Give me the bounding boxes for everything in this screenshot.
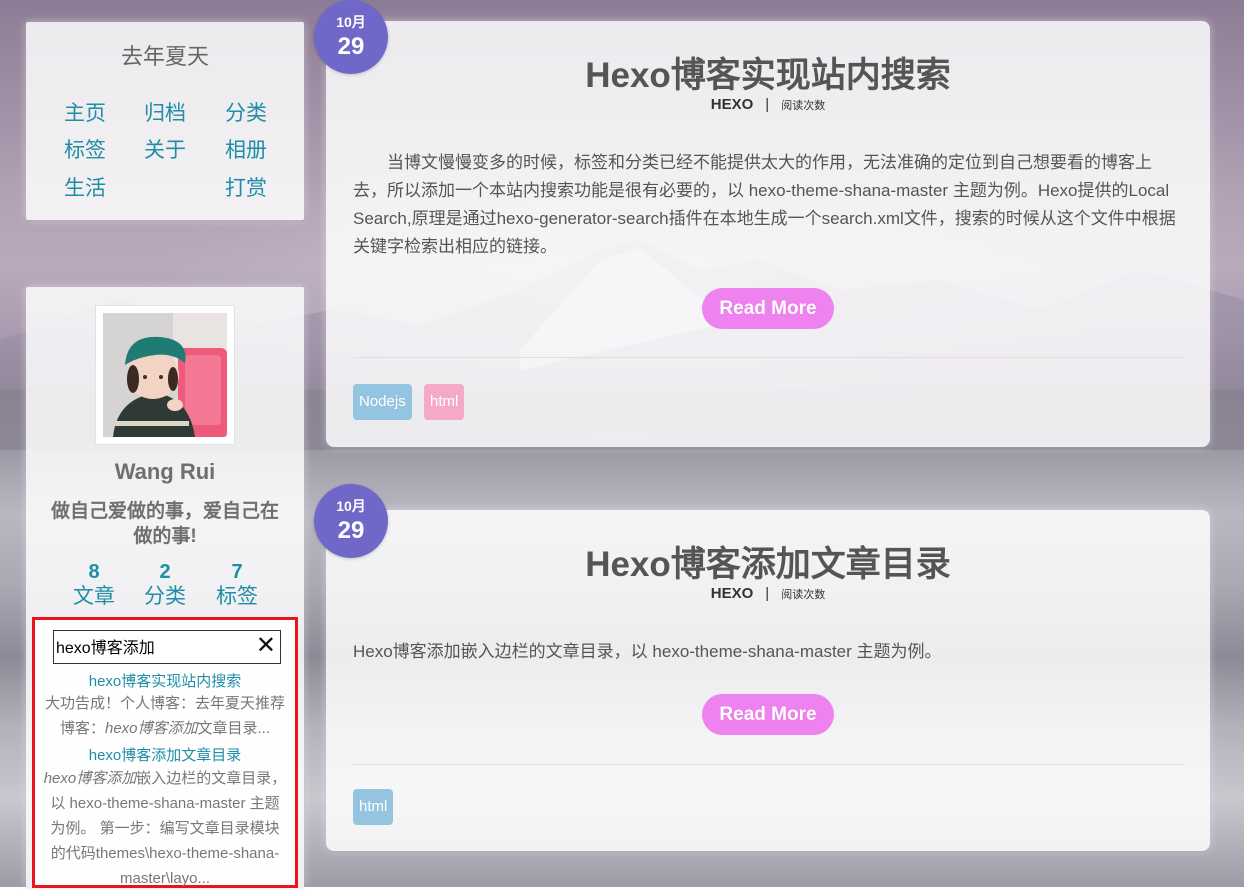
- post-card: Hexo博客添加文章目录 HEXO | 阅读次数 Hexo博客添加嵌入边栏的文章目录…: [326, 510, 1210, 851]
- stat-posts-label: 文章: [73, 585, 115, 608]
- search-result-title[interactable]: hexo博客实现站内搜索: [35, 670, 295, 691]
- date-month: 10月: [336, 14, 366, 30]
- nav-link-about[interactable]: 关于: [144, 134, 186, 164]
- post-date-badge: 10月 29: [314, 484, 388, 558]
- read-more-button[interactable]: Read More: [702, 694, 834, 735]
- author-motto: 做自己爱做的事，爱自己在做的事!: [50, 501, 279, 547]
- search-input-wrapper: ✕: [53, 630, 281, 664]
- local-search-panel: ✕ hexo博客实现站内搜索 大功告成！个人博客：去年夏天推荐博客：hexo博客…: [32, 617, 298, 888]
- post-title[interactable]: Hexo博客实现站内搜索: [326, 47, 1210, 98]
- avatar-frame: [95, 305, 235, 445]
- search-input[interactable]: [56, 635, 246, 657]
- stat-posts[interactable]: 8 文章: [64, 560, 124, 610]
- nav-link-album[interactable]: 相册: [225, 134, 267, 164]
- snippet-text: 文章目录...: [197, 720, 271, 737]
- stat-tags[interactable]: 7 标签: [207, 560, 267, 610]
- stat-tags-label: 标签: [216, 585, 258, 608]
- post-category[interactable]: HEXO: [711, 96, 754, 113]
- snippet-match: hexo博客添加: [43, 770, 137, 787]
- post-meta: HEXO | 阅读次数: [326, 585, 1210, 603]
- site-name: 去年夏天: [120, 44, 209, 69]
- stat-categories[interactable]: 2 分类: [135, 560, 195, 610]
- nav-link-categories[interactable]: 分类: [225, 97, 267, 127]
- post-title[interactable]: Hexo博客添加文章目录: [326, 536, 1210, 587]
- date-month: 10月: [336, 498, 366, 514]
- post-views-label: 阅读次数: [781, 100, 826, 112]
- stat-categories-count: 2: [159, 561, 171, 583]
- search-result-snippet: hexo博客添加嵌入边栏的文章目录，以 hexo-theme-shana-mas…: [43, 766, 287, 891]
- snippet-match: hexo博客添加: [104, 720, 198, 737]
- post-excerpt: Hexo博客添加嵌入边栏的文章目录，以 hexo-theme-shana-mas…: [353, 642, 942, 661]
- avatar: [103, 313, 227, 437]
- tag-html[interactable]: html: [353, 789, 394, 825]
- search-result-snippet: 大功告成！个人博客：去年夏天推荐博客：hexo博客添加文章目录...: [43, 691, 287, 741]
- tag-html[interactable]: html: [424, 384, 465, 420]
- stat-tags-count: 7: [231, 561, 243, 583]
- tag-nodejs[interactable]: Nodejs: [353, 384, 412, 420]
- meta-separator: |: [765, 585, 770, 602]
- date-day: 29: [337, 517, 365, 544]
- nav-link-home[interactable]: 主页: [64, 97, 106, 127]
- nav-link-reward[interactable]: 打赏: [225, 172, 267, 202]
- sidebar-nav-card: 去年夏天 主页 归档 分类 标签 关于 相册 生活 打赏: [26, 22, 304, 220]
- read-more-button[interactable]: Read More: [702, 288, 834, 329]
- nav-link-tags[interactable]: 标签: [64, 134, 106, 164]
- close-icon[interactable]: ✕: [256, 633, 276, 659]
- author-name: Wang Rui: [114, 459, 216, 484]
- post-views-label: 阅读次数: [781, 589, 826, 601]
- post-excerpt: 当博文慢慢变多的时候，标签和分类已经不能提供太大的作用，无法准确的定位到自己想要…: [353, 153, 1176, 256]
- search-result-title[interactable]: hexo博客添加文章目录: [35, 744, 295, 765]
- nav-link-life[interactable]: 生活: [64, 172, 106, 202]
- nav-link-archive[interactable]: 归档: [144, 97, 186, 127]
- post-meta: HEXO | 阅读次数: [326, 96, 1210, 114]
- stat-categories-label: 分类: [144, 585, 186, 608]
- meta-separator: |: [765, 96, 770, 113]
- date-day: 29: [337, 33, 365, 60]
- stat-posts-count: 8: [88, 561, 100, 583]
- post-divider: [353, 764, 1185, 765]
- post-divider: [353, 357, 1185, 358]
- post-category[interactable]: HEXO: [711, 585, 754, 602]
- snippet-text: 嵌入边栏的文章目录，以 hexo-theme-shana-master 主题为例…: [50, 770, 287, 887]
- post-date-badge: 10月 29: [314, 0, 388, 74]
- avatar-child-photo: [103, 313, 227, 437]
- post-card: Hexo博客实现站内搜索 HEXO | 阅读次数 当博文慢慢变多的时候，标签和分类已…: [326, 21, 1210, 447]
